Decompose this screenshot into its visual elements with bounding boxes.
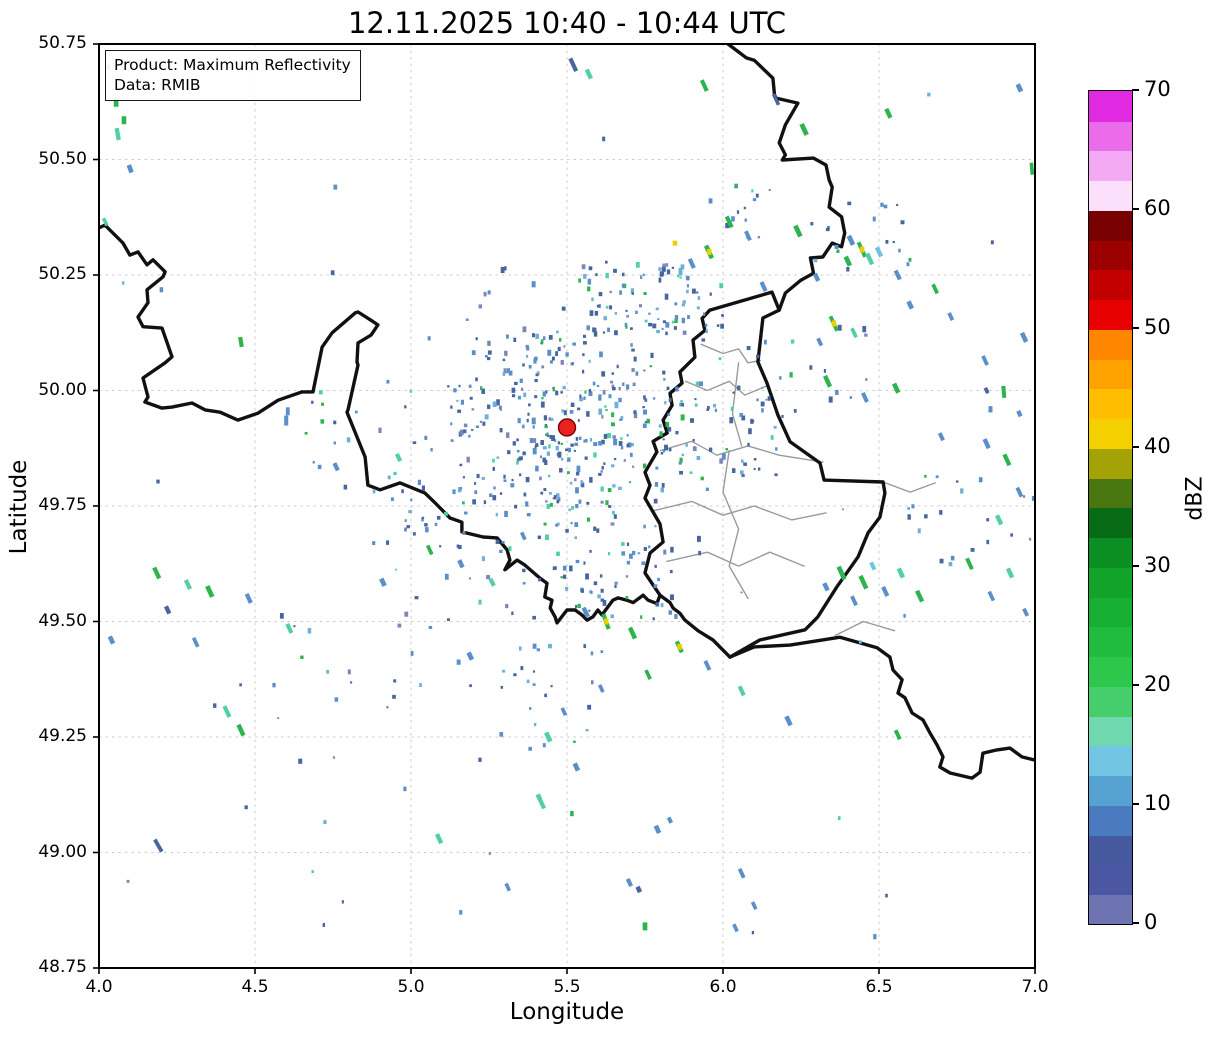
colorbar-segment [1089, 240, 1132, 271]
colorbar-segment [1089, 775, 1132, 806]
colorbar-tick-label: 10 [1144, 793, 1171, 814]
radar-echoes [104, 58, 1036, 939]
colorbar-segment [1089, 270, 1132, 301]
colorbar-label: dBZ [1183, 459, 1208, 539]
x-tick-label: 4.5 [225, 979, 285, 996]
radar-site-marker [559, 419, 576, 436]
colorbar-segment [1089, 210, 1132, 241]
colorbar-segment [1089, 805, 1132, 836]
y-tick-label: 50.00 [29, 382, 87, 399]
radar-figure: 12.11.2025 10:40 - 10:44 UTC Product: Ma… [0, 0, 1219, 1040]
colorbar-tick [1132, 208, 1139, 210]
colorbar-segment [1089, 359, 1132, 390]
y-tick-label: 49.25 [29, 728, 87, 745]
product-info-line2: Data: RMIB [114, 75, 351, 95]
colorbar-segment [1089, 597, 1132, 628]
colorbar-segment [1089, 716, 1132, 747]
colorbar-segment [1089, 865, 1132, 896]
colorbar-tick-label: 50 [1144, 317, 1171, 338]
colorbar-tick-label: 70 [1144, 79, 1171, 100]
colorbar-tick-label: 40 [1144, 436, 1171, 457]
colorbar-tick-label: 60 [1144, 198, 1171, 219]
colorbar-tick [1132, 803, 1139, 805]
x-tick-label: 6.5 [849, 979, 909, 996]
colorbar-segment [1089, 389, 1132, 420]
y-tick-label: 50.25 [29, 266, 87, 283]
colorbar-segment [1089, 746, 1132, 777]
axis-ticks [93, 44, 1035, 974]
colorbar-tick [1132, 684, 1139, 686]
x-axis-label: Longitude [99, 999, 1035, 1025]
admin-borders [654, 344, 935, 635]
colorbar-segment [1089, 329, 1132, 360]
colorbar-tick [1132, 922, 1139, 924]
x-tick-label: 5.0 [381, 979, 441, 996]
x-tick-label: 6.0 [693, 979, 753, 996]
y-tick-label: 49.00 [29, 844, 87, 861]
colorbar-segment [1089, 299, 1132, 330]
y-tick-label: 50.75 [29, 35, 87, 52]
colorbar-segment [1089, 656, 1132, 687]
colorbar-tick-label: 30 [1144, 555, 1171, 576]
x-tick-label: 4.0 [69, 979, 129, 996]
colorbar-segment [1089, 448, 1132, 479]
product-info-box: Product: Maximum Reflectivity Data: RMIB [105, 50, 361, 101]
colorbar-tick-label: 0 [1144, 912, 1157, 933]
colorbar-segment [1089, 894, 1132, 925]
colorbar-segment [1089, 418, 1132, 449]
colorbar-tick [1132, 327, 1139, 329]
map-canvas [0, 0, 1219, 1040]
colorbar-segment [1089, 91, 1132, 122]
y-tick-label: 49.75 [29, 497, 87, 514]
y-tick-label: 50.50 [29, 151, 87, 168]
colorbar-segment [1089, 478, 1132, 509]
colorbar-segment [1089, 686, 1132, 717]
x-tick-label: 5.5 [537, 979, 597, 996]
colorbar-segment [1089, 627, 1132, 658]
colorbar-segment [1089, 508, 1132, 539]
colorbar-tick [1132, 446, 1139, 448]
colorbar-tick-label: 20 [1144, 674, 1171, 695]
y-tick-label: 49.50 [29, 613, 87, 630]
colorbar-segment [1089, 567, 1132, 598]
colorbar-segment [1089, 121, 1132, 152]
gridlines [99, 44, 1035, 968]
colorbar-tick [1132, 89, 1139, 91]
colorbar-gradient [1088, 90, 1133, 925]
colorbar-segment [1089, 151, 1132, 182]
y-tick-label: 48.75 [29, 959, 87, 976]
colorbar-segment [1089, 835, 1132, 866]
colorbar-segment [1089, 537, 1132, 568]
x-tick-label: 7.0 [1005, 979, 1065, 996]
colorbar-tick [1132, 565, 1139, 567]
country-borders [99, 44, 1035, 778]
colorbar-segment [1089, 180, 1132, 211]
product-info-line1: Product: Maximum Reflectivity [114, 55, 351, 75]
